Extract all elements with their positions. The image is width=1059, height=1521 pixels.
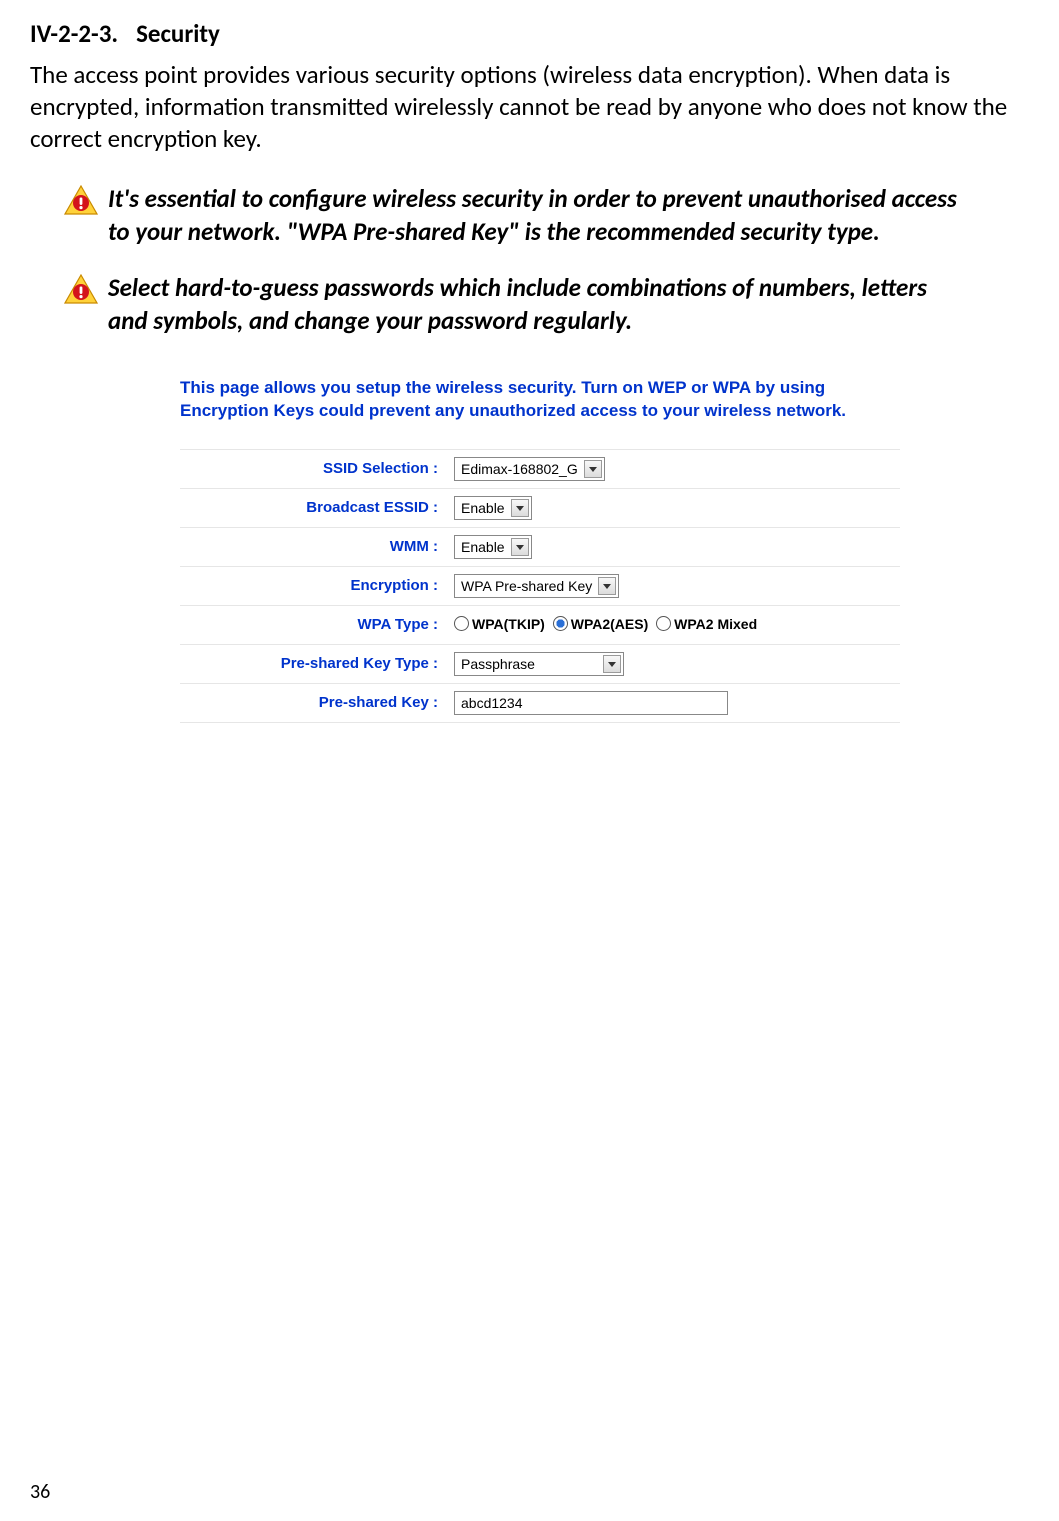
ssid-select-value: Edimax-168802_G [461, 461, 578, 477]
radio-icon [553, 616, 568, 631]
section-heading: IV-2-2-3. Security [30, 18, 1043, 49]
radio-icon [656, 616, 671, 631]
wmm-select-value: Enable [461, 539, 505, 555]
ssid-select[interactable]: Edimax-168802_G [454, 457, 605, 481]
label-wpatype: WPA Type : [180, 605, 446, 644]
page-number: 36 [30, 1480, 50, 1504]
radio-wpa2-aes[interactable]: WPA2(AES) [553, 616, 649, 632]
preshared-key-input[interactable] [454, 691, 728, 715]
label-keytype: Pre-shared Key Type : [180, 644, 446, 683]
chevron-down-icon [603, 655, 621, 673]
wmm-select[interactable]: Enable [454, 535, 532, 559]
label-wmm: WMM : [180, 527, 446, 566]
radio-icon [454, 616, 469, 631]
radio-wpa2-mixed[interactable]: WPA2 Mixed [656, 616, 757, 632]
broadcast-select-value: Enable [461, 500, 505, 516]
intro-paragraph: The access point provides various securi… [30, 59, 1043, 155]
chevron-down-icon [511, 538, 529, 556]
keytype-select[interactable]: Passphrase [454, 652, 624, 676]
warning-icon [64, 274, 98, 311]
chevron-down-icon [598, 577, 616, 595]
encryption-select-value: WPA Pre-shared Key [461, 578, 592, 594]
chevron-down-icon [511, 499, 529, 517]
callout-2: Select hard-to-guess passwords which inc… [64, 272, 963, 337]
keytype-select-value: Passphrase [461, 656, 535, 672]
radio-wpa-tkip[interactable]: WPA(TKIP) [454, 616, 545, 632]
broadcast-select[interactable]: Enable [454, 496, 532, 520]
warning-icon [64, 185, 98, 222]
callout-text: It's essential to configure wireless sec… [108, 183, 963, 248]
encryption-select[interactable]: WPA Pre-shared Key [454, 574, 619, 598]
label-ssid: SSID Selection : [180, 449, 446, 488]
section-number: IV-2-2-3. [30, 18, 118, 49]
section-title: Security [136, 18, 220, 49]
label-key: Pre-shared Key : [180, 683, 446, 722]
security-form-screenshot: This page allows you setup the wireless … [180, 377, 900, 723]
wpa-type-radiogroup: WPA(TKIP) WPA2(AES) WPA2 Mixed [454, 616, 761, 632]
label-encryption: Encryption : [180, 566, 446, 605]
chevron-down-icon [584, 460, 602, 478]
callout-1: It's essential to configure wireless sec… [64, 183, 963, 248]
callout-text: Select hard-to-guess passwords which inc… [108, 272, 963, 337]
label-broadcast: Broadcast ESSID : [180, 488, 446, 527]
security-form-table: SSID Selection : Edimax-168802_G Broadca… [180, 449, 900, 723]
form-intro: This page allows you setup the wireless … [180, 377, 900, 423]
